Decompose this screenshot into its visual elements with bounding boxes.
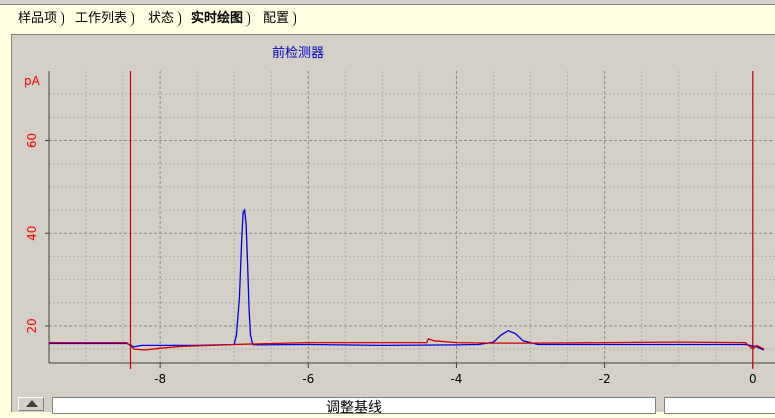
x-tick-label: -8 [154,372,166,386]
bottom-bar: 调整基线 [12,395,775,416]
y-axis-label: pA [24,74,41,88]
tab-sample-items[interactable]: 样品项 [14,9,65,29]
realtime-chart[interactable]: -8 -6 -4 -2 0 20 40 60 pA [12,35,775,395]
adjust-baseline-button[interactable]: 调整基线 [52,397,656,416]
x-tick-label: -4 [450,372,462,386]
tab-config[interactable]: 配置 [259,9,297,29]
x-tick-label: -6 [302,372,314,386]
tab-status[interactable]: 状态 [144,9,182,29]
right-status-box [664,397,775,414]
y-tick-label: 40 [25,226,39,241]
plot-area [49,71,775,363]
tab-worklist[interactable]: 工作列表 [71,9,135,29]
scroll-up-button[interactable] [18,397,44,411]
up-arrow-icon [26,400,38,407]
tab-bar: 样品项 工作列表 状态 实时绘图 配置 [0,5,775,31]
x-tick-label: 0 [749,372,757,386]
y-tick-label: 20 [25,318,39,333]
plot-panel: 前检测器 -8 -6 -4 -2 0 20 40 60 pA 调整基线 [11,34,775,416]
tab-realtime-plot[interactable]: 实时绘图 [187,9,251,29]
x-tick-label: -2 [599,372,611,386]
y-tick-label: 60 [25,133,39,148]
